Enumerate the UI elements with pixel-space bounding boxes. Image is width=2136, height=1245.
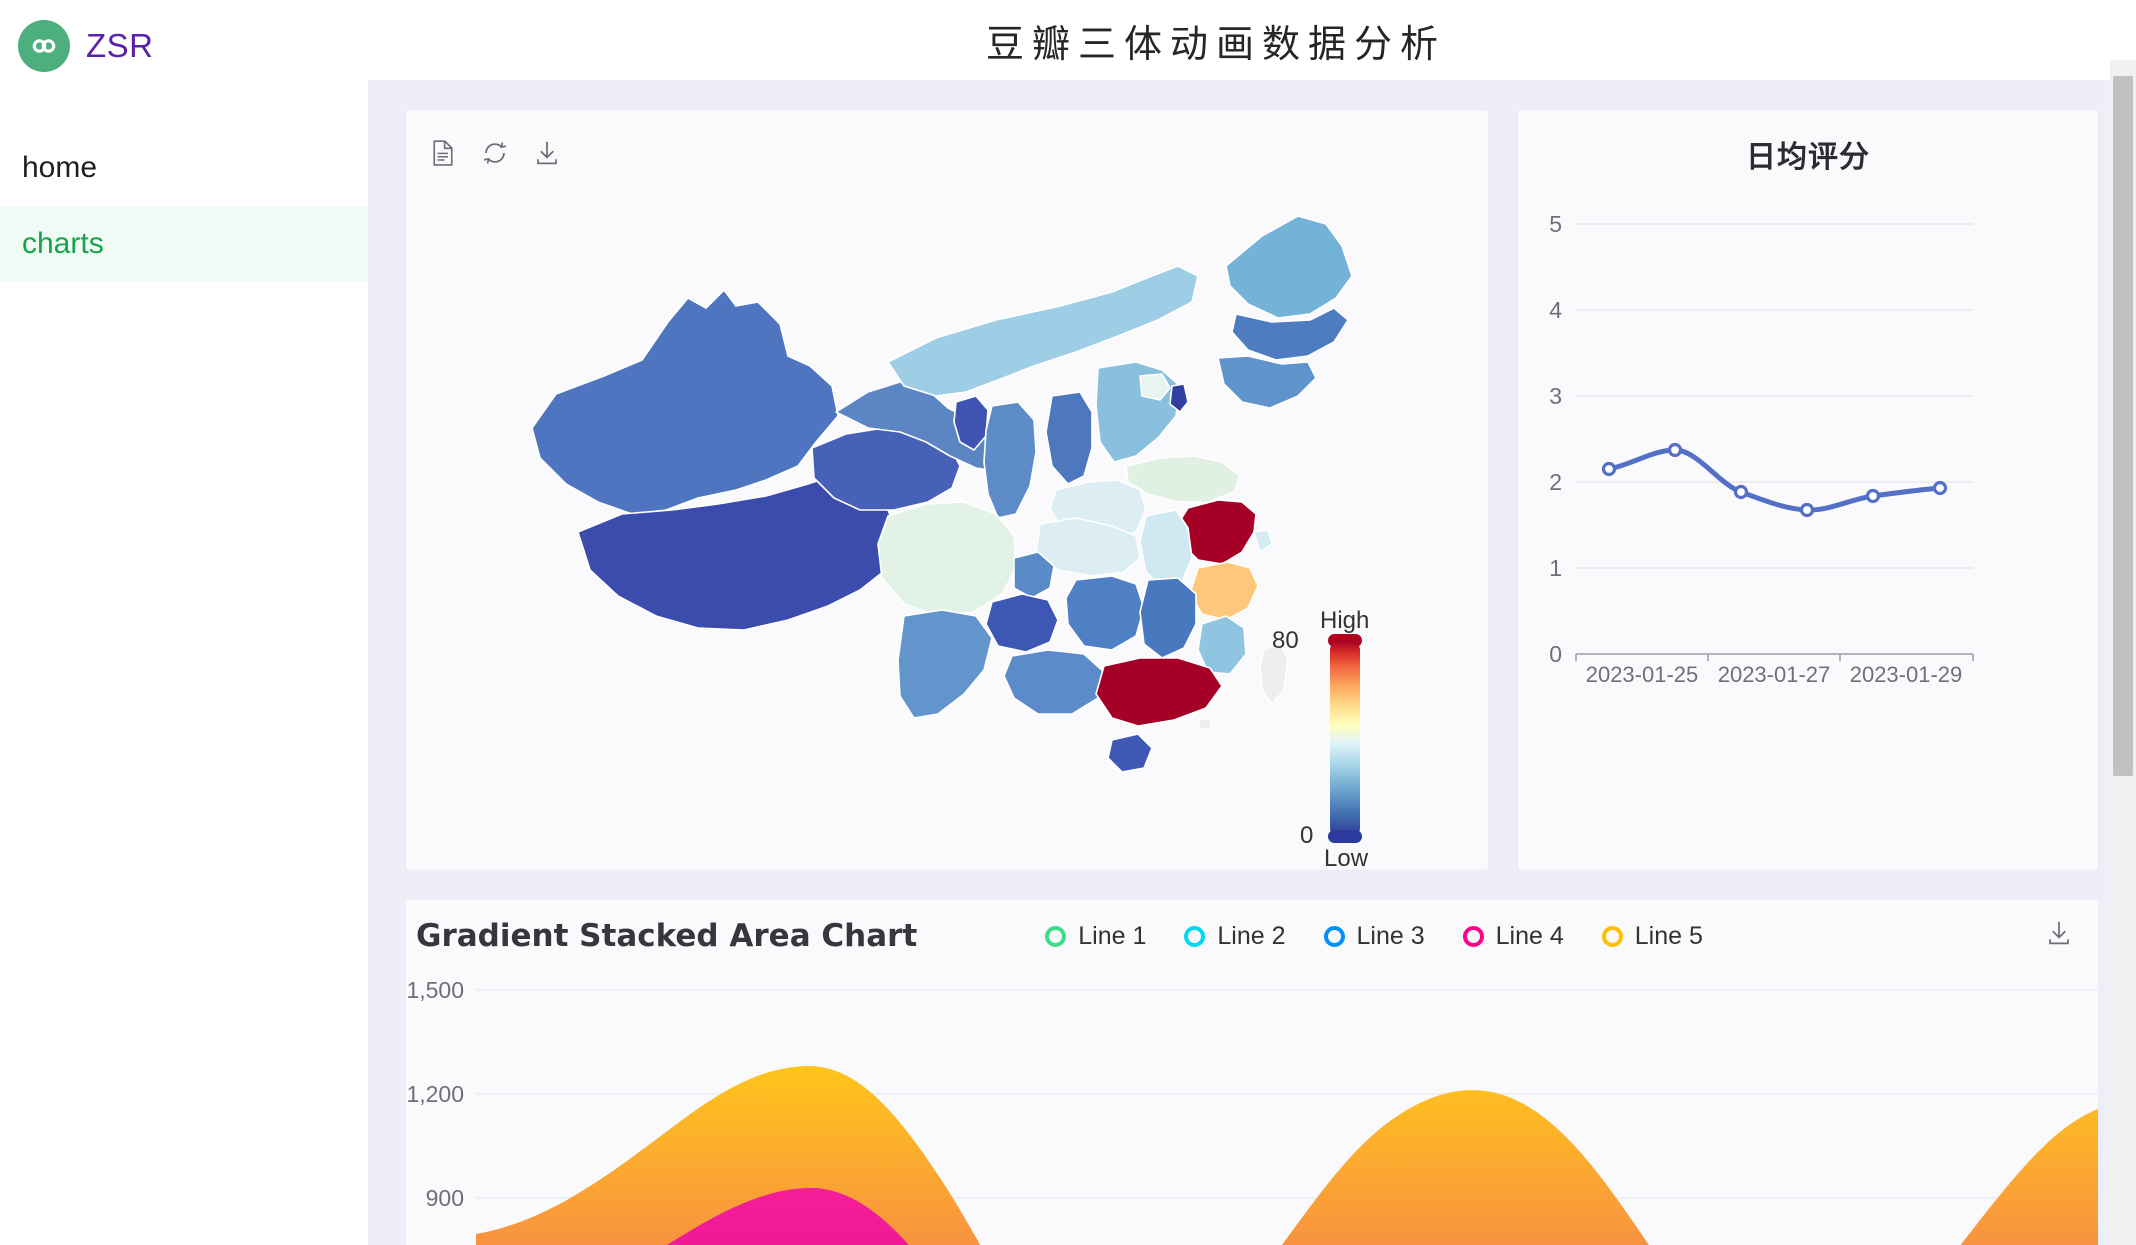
legend-label: Line 2 <box>1217 921 1286 950</box>
map-chart-toolbar <box>428 138 562 168</box>
map-region-hainan <box>1107 733 1153 773</box>
area-chart-legend: Line 1 Line 2 Line 3 Line 4 Line 5 <box>1045 922 1703 951</box>
visual-map-low-handle[interactable] <box>1328 830 1362 843</box>
infinity-icon <box>18 20 70 72</box>
vertical-scrollbar[interactable] <box>2110 60 2136 1245</box>
legend-marker-icon <box>1601 925 1623 947</box>
svg-text:5: 5 <box>1549 211 1562 237</box>
map-chart-panel: High 80 0 Low <box>406 110 1488 870</box>
top-row: High 80 0 Low 日均评分 5 4 3 2 1 0 2023-01-2… <box>406 110 2098 870</box>
map-region-guangxi <box>1003 649 1105 715</box>
legend-item-line-3[interactable]: Line 3 <box>1323 921 1425 951</box>
line-chart-x-axis: 2023-01-25 2023-01-27 2023-01-29 <box>1575 653 1974 687</box>
svg-text:900: 900 <box>426 1185 464 1211</box>
visual-map-low-label: Low <box>1324 845 1369 870</box>
map-region-guangdong <box>1095 657 1223 727</box>
legend-marker-icon <box>1323 925 1345 947</box>
svg-text:4: 4 <box>1549 297 1562 323</box>
legend-marker-icon <box>1045 925 1067 947</box>
map-region-shanxi <box>1045 391 1093 485</box>
map-region-hebei <box>1095 361 1181 463</box>
svg-text:2023-01-27: 2023-01-27 <box>1718 662 1831 687</box>
download-icon[interactable] <box>2044 918 2074 953</box>
line-chart-svg[interactable]: 5 4 3 2 1 0 2023-01-25 2023-01-27 2023-0… <box>1518 182 2038 742</box>
map-region-shaanxi <box>983 401 1037 519</box>
area-chart-y-ticks: 1,500 1,200 900 <box>406 977 464 1211</box>
map-region-liaoning <box>1217 355 1317 409</box>
sidebar-item-label: home <box>22 151 98 184</box>
svg-text:3: 3 <box>1549 383 1562 409</box>
map-region-sichuan <box>877 501 1017 617</box>
line-chart-series-path <box>1606 447 1943 513</box>
brand-name: ZSR <box>86 27 154 64</box>
sidebar-item-charts[interactable]: charts <box>0 206 368 282</box>
svg-text:2023-01-29: 2023-01-29 <box>1850 662 1963 687</box>
topbar: 豆瓣三体动画数据分析 <box>368 0 2136 80</box>
brand[interactable]: ZSR <box>0 0 368 92</box>
visual-map-legend[interactable]: High 80 0 Low <box>1262 607 1392 870</box>
legend-marker-icon <box>1462 925 1484 947</box>
map-region-jiangxi <box>1139 577 1197 659</box>
page-title: 豆瓣三体动画数据分析 <box>985 21 1446 66</box>
map-region-shanghai <box>1253 529 1273 553</box>
sidebar-nav: home charts <box>0 130 368 282</box>
visual-map-high-label: High <box>1320 607 1370 634</box>
map-region-hongkong <box>1197 717 1213 731</box>
svg-text:1,200: 1,200 <box>406 1081 464 1107</box>
svg-text:2: 2 <box>1549 469 1562 495</box>
line-chart-y-ticks: 5 4 3 2 1 0 <box>1549 211 1562 667</box>
legend-label: Line 3 <box>1356 921 1425 950</box>
map-region-xinjiang <box>531 289 839 515</box>
area-chart-stage[interactable]: 1,500 1,200 900 <box>406 972 2098 1245</box>
download-icon[interactable] <box>532 138 562 168</box>
main-area: 豆瓣三体动画数据分析 High 80 0 Low 日均评分 5 4 3 2 1 … <box>368 0 2136 1245</box>
legend-marker-icon <box>1184 925 1206 947</box>
line-chart-stage[interactable]: 5 4 3 2 1 0 2023-01-25 2023-01-27 2023-0… <box>1518 182 2098 870</box>
map-region-fujian <box>1197 615 1247 675</box>
map-region-heilongjiang <box>1225 215 1353 319</box>
legend-item-line-4[interactable]: Line 4 <box>1462 921 1564 951</box>
map-region-shandong <box>1125 455 1241 503</box>
map-region-guizhou <box>985 593 1059 653</box>
map-region-zhejiang <box>1189 561 1259 621</box>
area-chart-panel: Gradient Stacked Area Chart Line 1 Line … <box>406 900 2098 1245</box>
svg-text:1: 1 <box>1549 555 1562 581</box>
svg-text:1,500: 1,500 <box>406 977 464 1003</box>
visual-map-min-value: 0 <box>1300 822 1314 849</box>
line-chart-title: 日均评分 <box>1746 140 1870 175</box>
vertical-scrollbar-thumb[interactable] <box>2113 76 2133 776</box>
map-region-hunan <box>1065 575 1145 651</box>
legend-label: Line 4 <box>1495 921 1564 950</box>
restore-icon[interactable] <box>480 138 510 168</box>
legend-label: Line 1 <box>1078 921 1147 950</box>
sidebar-item-label: charts <box>22 227 104 260</box>
area-chart-title: Gradient Stacked Area Chart <box>416 918 918 954</box>
legend-item-line-1[interactable]: Line 1 <box>1045 922 1146 951</box>
visual-map-gradient-bar[interactable] <box>1330 641 1360 837</box>
area-chart-svg[interactable]: 1,500 1,200 900 <box>406 972 2098 1245</box>
map-region-yunnan <box>897 609 993 719</box>
sidebar: ZSR home charts <box>0 0 368 1245</box>
line-chart-panel: 日均评分 5 4 3 2 1 0 2023-01-25 2023-01-27 2… <box>1518 110 2098 870</box>
app-root: ZSR home charts 豆瓣三体动画数据分析 High 80 0 Low… <box>0 0 2136 1245</box>
svg-text:0: 0 <box>1549 641 1562 667</box>
line-chart-gridlines <box>1576 223 1973 569</box>
legend-item-line-2[interactable]: Line 2 <box>1184 921 1286 951</box>
sidebar-item-home[interactable]: home <box>0 130 368 206</box>
data-view-icon[interactable] <box>428 138 458 168</box>
visual-map-max-value: 80 <box>1272 627 1299 654</box>
legend-label: Line 5 <box>1634 921 1703 950</box>
map-region-anhui <box>1139 509 1193 589</box>
area-chart-header: Gradient Stacked Area Chart Line 1 Line … <box>406 900 2098 972</box>
legend-item-line-5[interactable]: Line 5 <box>1601 921 1703 951</box>
content-scroll-area: High 80 0 Low 日均评分 5 4 3 2 1 0 2023-01-2… <box>368 80 2136 1245</box>
svg-text:2023-01-25: 2023-01-25 <box>1586 662 1699 687</box>
